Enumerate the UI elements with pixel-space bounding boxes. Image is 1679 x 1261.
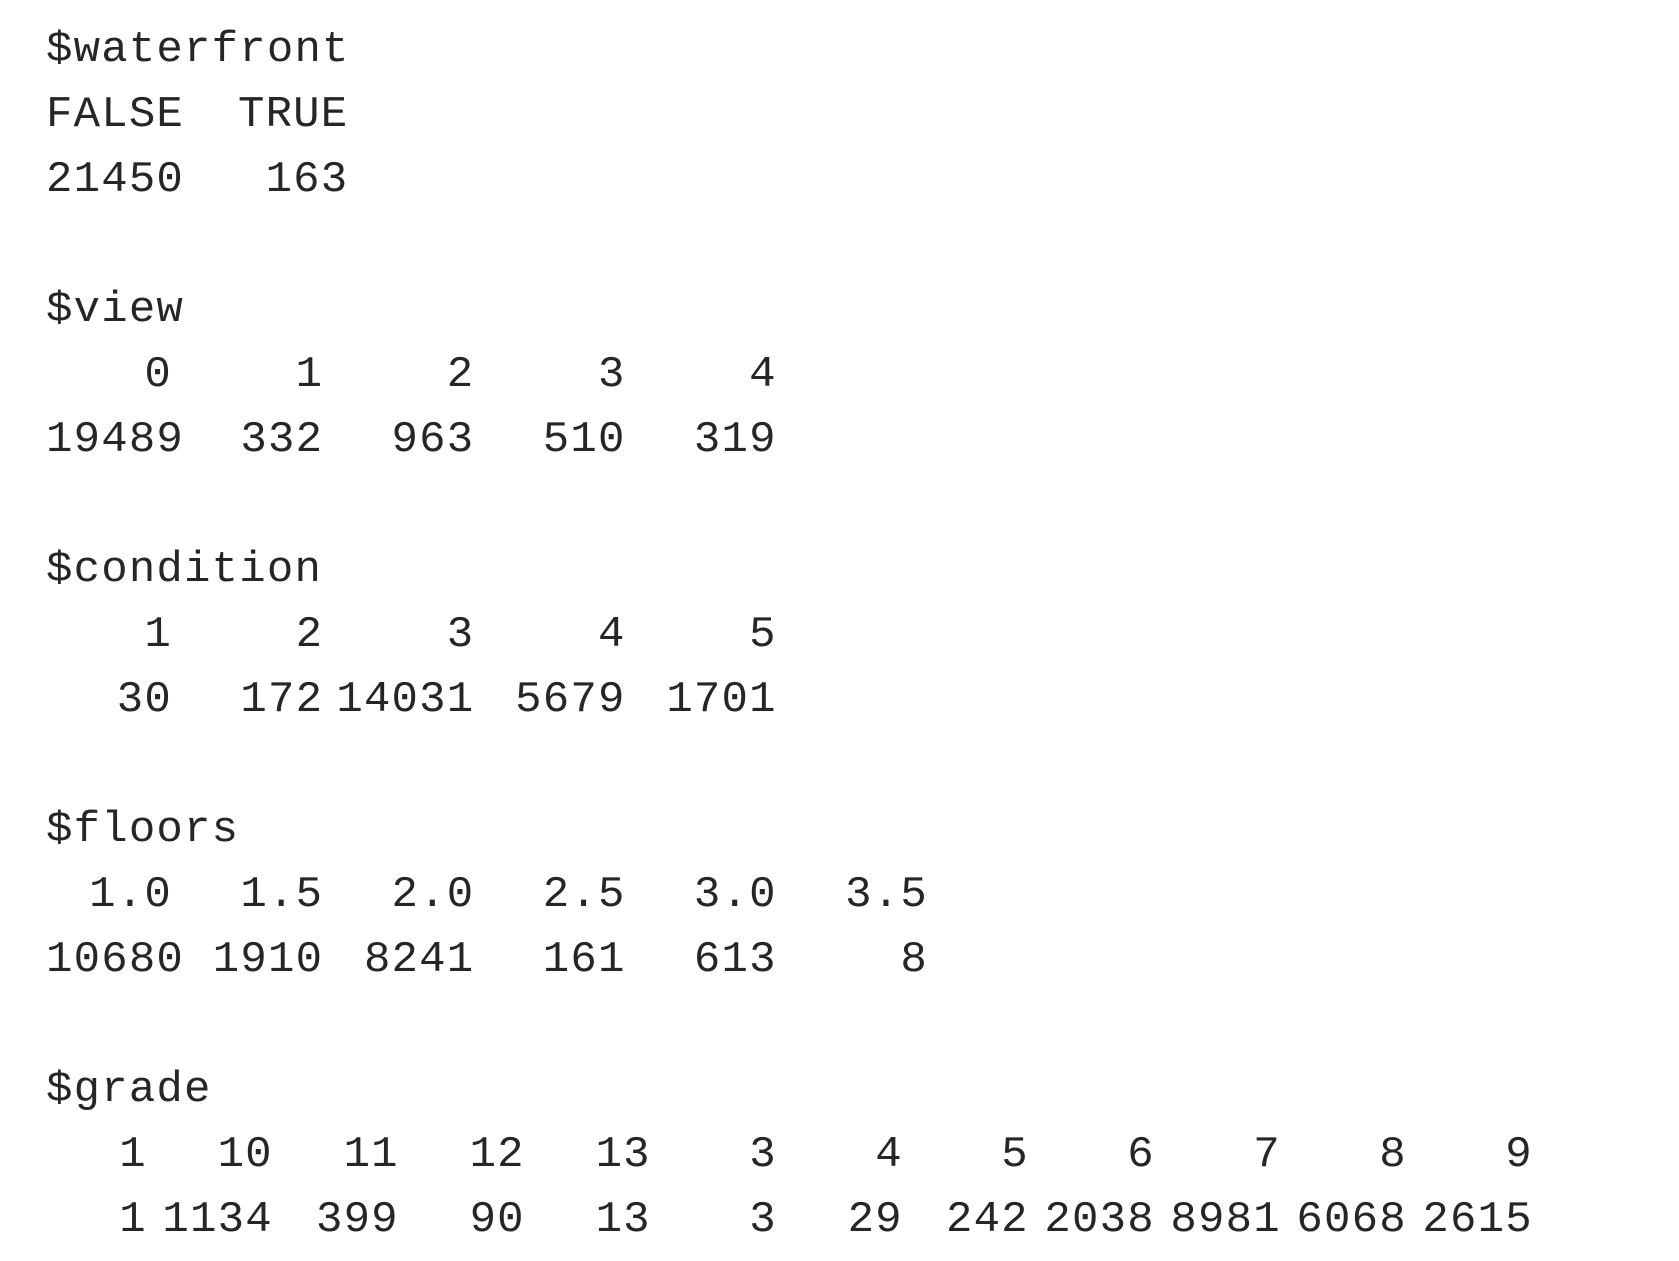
table-block: $condition 1 2 3 4 5 30 172 14031 5679 1701 — [46, 538, 1533, 733]
table-key-cell: FALSE — [46, 90, 185, 140]
table-key-cell: 1.5 — [240, 870, 324, 920]
table-count-cell: 21450 — [46, 155, 185, 205]
table-key-cell: 13 — [595, 1130, 651, 1180]
table-key-cell: 3 — [597, 350, 626, 400]
table-header-row: FALSE TRUE — [46, 83, 1533, 148]
table-count-row: 1 1134 399 90 13 3 29 242 2038 8981 6068 2615 — [46, 1188, 1533, 1253]
table-count-cell: 3 — [749, 1195, 777, 1245]
table-count-cell: 2615 — [1422, 1195, 1533, 1245]
table-key-cell: 2 — [295, 610, 324, 660]
table-count-cell: 8981 — [1170, 1195, 1281, 1245]
r-console-output: $waterfront FALSE TRUE 21450 163 $view 0 1 2 3 4 19… — [46, 18, 1533, 1253]
table-count-cell: 1134 — [162, 1195, 273, 1245]
table-key-cell: 0 — [144, 350, 172, 400]
table-key-cell: 2.0 — [391, 870, 475, 920]
table-block: $floors 1.0 1.5 2.0 2.5 3.0 3.5 10680 1910 8241 16… — [46, 798, 1533, 993]
table-count-row: 10680 1910 8241 161 613 8 — [46, 928, 1533, 993]
table-count-cell: 19489 — [46, 415, 185, 465]
table-count-cell: 399 — [315, 1195, 399, 1245]
table-count-cell: 1701 — [666, 675, 777, 725]
table-count-cell: 5679 — [515, 675, 626, 725]
table-count-cell: 90 — [469, 1195, 525, 1245]
table-key-cell: 6 — [1127, 1130, 1155, 1180]
table-count-row: 21450 163 — [46, 148, 1533, 213]
table-key-cell: 4 — [597, 610, 626, 660]
table-count-cell: 10680 — [46, 935, 185, 985]
table-header-row: 1.0 1.5 2.0 2.5 3.0 3.5 — [46, 863, 1533, 928]
table-key-cell: 3 — [749, 1130, 777, 1180]
table-key-cell: 4 — [749, 350, 777, 400]
table-count-cell: 14031 — [336, 675, 475, 725]
table-key-cell: 2.5 — [542, 870, 626, 920]
table-name: $view — [46, 285, 185, 335]
table-key-cell: 9 — [1505, 1130, 1533, 1180]
table-header-row: 1 2 3 4 5 — [46, 603, 1533, 668]
table-key-cell: TRUE — [237, 90, 349, 140]
table-count-cell: 6068 — [1296, 1195, 1407, 1245]
table-key-cell: 1 — [144, 610, 172, 660]
table-count-cell: 8241 — [363, 935, 475, 985]
table-key-cell: 4 — [875, 1130, 903, 1180]
table-count-cell: 319 — [693, 415, 777, 465]
table-key-cell: 10 — [217, 1130, 273, 1180]
table-count-cell: 332 — [240, 415, 324, 465]
table-block: $waterfront FALSE TRUE 21450 163 — [46, 18, 1533, 213]
table-count-cell: 13 — [595, 1195, 651, 1245]
table-key-cell: 3.0 — [693, 870, 777, 920]
table-count-cell: 30 — [116, 675, 172, 725]
table-key-cell: 2 — [446, 350, 475, 400]
table-count-cell: 613 — [693, 935, 777, 985]
table-count-cell: 510 — [542, 415, 626, 465]
table-key-cell: 5 — [1001, 1130, 1029, 1180]
table-count-cell: 1910 — [212, 935, 324, 985]
table-key-cell: 3 — [446, 610, 475, 660]
table-key-cell: 8 — [1379, 1130, 1407, 1180]
table-count-row: 19489 332 963 510 319 — [46, 408, 1533, 473]
table-key-cell: 5 — [749, 610, 777, 660]
table-key-cell: 7 — [1253, 1130, 1281, 1180]
table-count-cell: 161 — [542, 935, 626, 985]
table-name: $floors — [46, 805, 240, 855]
table-key-cell: 3.5 — [845, 870, 928, 920]
table-name: $grade — [46, 1065, 212, 1115]
table-key-cell: 1 — [119, 1130, 147, 1180]
table-header-row: 0 1 2 3 4 — [46, 343, 1533, 408]
table-count-cell: 242 — [945, 1195, 1029, 1245]
table-count-cell: 2038 — [1044, 1195, 1155, 1245]
table-block: $view 0 1 2 3 4 19489 332 963 510 319 — [46, 278, 1533, 473]
table-key-cell: 11 — [343, 1130, 399, 1180]
table-count-cell: 1 — [119, 1195, 147, 1245]
table-key-cell: 1.0 — [89, 870, 172, 920]
table-count-cell: 172 — [240, 675, 324, 725]
table-count-cell: 29 — [847, 1195, 903, 1245]
table-name: $condition — [46, 545, 323, 595]
table-count-cell: 963 — [391, 415, 475, 465]
table-key-cell: 12 — [469, 1130, 525, 1180]
table-count-cell: 8 — [900, 935, 928, 985]
table-block: $grade 1 10 11 12 13 3 4 5 6 7 8 9 1 1134 399 90 13 3 29 242… — [46, 1058, 1533, 1253]
table-count-cell: 163 — [265, 155, 349, 205]
table-header-row: 1 10 11 12 13 3 4 5 6 7 8 9 — [46, 1123, 1533, 1188]
table-key-cell: 1 — [295, 350, 324, 400]
table-name: $waterfront — [46, 25, 350, 75]
table-count-row: 30 172 14031 5679 1701 — [46, 668, 1533, 733]
